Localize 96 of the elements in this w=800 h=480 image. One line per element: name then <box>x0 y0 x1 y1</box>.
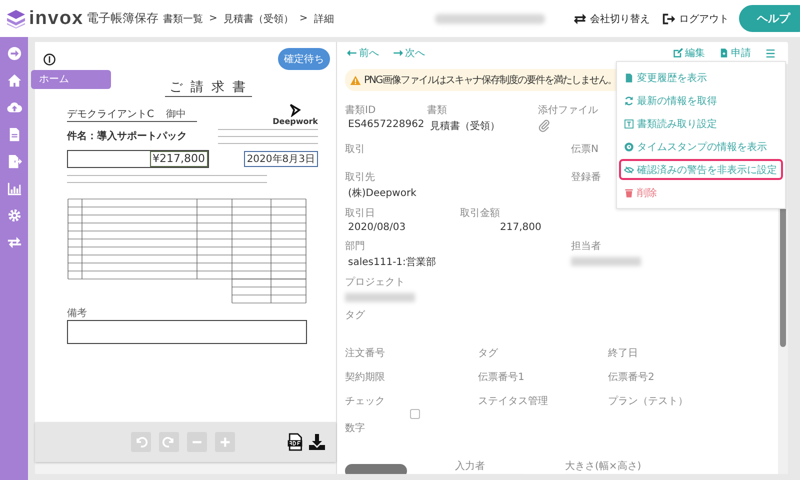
menu-item[interactable]: タイムスタンプの情報を表示 <box>619 136 783 157</box>
pdf-file-icon[interactable] <box>286 433 304 451</box>
field-label: 契約期限 <box>345 370 385 384</box>
right-arrow-icon <box>393 48 403 58</box>
remarks-label: 備考 <box>67 306 88 320</box>
breadcrumb-separator: > <box>299 13 308 24</box>
warning-message: PNG画像ファイルはスキャナ保存制度の要件を満たしません。 <box>364 74 616 87</box>
invoice-date: 2020年8月3日 <box>244 151 318 167</box>
field-label: タグ <box>345 309 365 322</box>
trash-icon <box>624 188 634 198</box>
rotate-right-icon <box>162 435 176 449</box>
field-label: 入力者 <box>455 460 485 473</box>
document-plus-icon <box>719 48 729 58</box>
field-value: 2020/08/03 <box>347 222 407 233</box>
edit-link[interactable]: 編集 <box>673 46 705 60</box>
field-label: 伝票N <box>571 143 598 156</box>
refresh-icon <box>624 96 634 106</box>
field-label: プラン（テスト） <box>608 394 688 408</box>
company-logo-icon <box>288 103 302 117</box>
menu-item[interactable]: 書類読み取り設定 <box>619 113 783 134</box>
field-label: 書類 <box>427 104 447 117</box>
logo-text: invox <box>29 8 84 30</box>
apply-link[interactable]: 申請 <box>719 46 751 60</box>
arrow-circle-icon[interactable] <box>6 46 22 61</box>
field-label: チェック <box>345 395 385 408</box>
invoice-subject: 件名：導入サポートパック <box>67 129 187 143</box>
field-label: 数字 <box>345 422 365 435</box>
blurred-value <box>571 257 641 266</box>
logout-icon <box>662 12 676 26</box>
switch-company-button[interactable]: 会社切り替え <box>567 12 656 26</box>
field-label: 担当者 <box>571 240 601 253</box>
plus-icon <box>218 435 232 449</box>
menu-icon[interactable] <box>765 48 776 58</box>
swap-arrows-icon <box>573 12 587 26</box>
field-label: 添付ファイル <box>538 104 598 117</box>
field-value: 217,800 <box>499 222 542 233</box>
field-label: 書類ID <box>345 104 376 117</box>
rotate-left-icon <box>134 435 148 449</box>
checkbox[interactable] <box>410 409 420 419</box>
status-badge: 確定待ち <box>278 48 330 70</box>
field-label: タグ <box>478 347 498 360</box>
menu-item[interactable]: 最新の情報を取得 <box>619 90 783 111</box>
field-label: プロジェクト <box>345 276 405 289</box>
total-amount: ¥217,800 <box>150 151 208 167</box>
menu-item[interactable]: 削除 <box>619 182 783 203</box>
invoice-title: ご 請 求 書 <box>165 78 252 97</box>
breadcrumb-link[interactable]: 見積書（受領） <box>223 12 294 26</box>
logout-button[interactable]: ログアウト <box>656 12 735 26</box>
field-label: 大きさ(幅×高さ) <box>565 460 642 473</box>
field-label: 注文番号 <box>345 346 385 360</box>
download-icon[interactable] <box>308 433 326 451</box>
layers-logo-icon <box>6 8 26 28</box>
logo-subtitle: 電子帳簿保存 <box>86 10 159 27</box>
text-frame-icon <box>624 118 634 128</box>
home-tooltip: ホーム <box>31 70 111 89</box>
edit-icon <box>673 48 683 58</box>
field-value: ES4657228962 <box>347 119 426 130</box>
chart-icon[interactable] <box>6 181 22 196</box>
settings-icon[interactable] <box>6 208 22 223</box>
field-label: 部門 <box>345 240 365 253</box>
field-label: 伝票番号1 <box>478 370 524 384</box>
swap-arrows-icon[interactable] <box>6 235 22 250</box>
field-value: sales111-1:営業部 <box>347 256 437 269</box>
field-label: ステイタス管理 <box>478 395 548 408</box>
breadcrumb-separator: > <box>209 13 218 24</box>
cloud-upload-icon[interactable] <box>6 100 22 115</box>
paperclip-icon[interactable] <box>538 119 551 132</box>
menu-item[interactable]: 確認済みの警告を非表示に設定 <box>619 159 783 180</box>
blurred-value <box>345 293 415 302</box>
info-icon[interactable] <box>43 52 56 66</box>
next-link[interactable]: 次へ <box>393 46 425 60</box>
previous-link[interactable]: 前へ <box>347 46 379 60</box>
field-label: 取引金額 <box>460 206 500 220</box>
field-label: 終了日 <box>608 347 638 360</box>
tag-pill <box>345 464 407 474</box>
field-value: 見積書（受領） <box>429 120 501 133</box>
file-export-icon[interactable] <box>6 154 22 169</box>
honorific: 御中 <box>166 108 186 121</box>
breadcrumb-link[interactable]: 書類一覧 <box>163 12 203 26</box>
field-value: (株)Deepwork <box>347 186 418 200</box>
field-label: 伝票番号2 <box>608 370 654 384</box>
breadcrumb-link[interactable]: 詳細 <box>314 12 334 26</box>
warning-icon <box>350 74 361 86</box>
field-label: 取引先 <box>345 170 375 184</box>
document-icon <box>624 72 634 82</box>
field-label: 取引日 <box>345 207 375 220</box>
help-button[interactable]: ヘルプ <box>739 5 800 32</box>
field-label: 登録番 <box>571 170 601 184</box>
company-name: Deepwork <box>272 117 318 126</box>
shield-clock-icon <box>624 142 634 152</box>
client-name: デモクライアントC <box>67 108 154 121</box>
home-icon[interactable] <box>6 73 22 88</box>
field-label: 取引 <box>345 143 365 156</box>
left-arrow-icon <box>347 48 357 58</box>
eye-slash-icon <box>624 164 634 174</box>
menu-item[interactable]: 変更履歴を表示 <box>619 67 783 88</box>
